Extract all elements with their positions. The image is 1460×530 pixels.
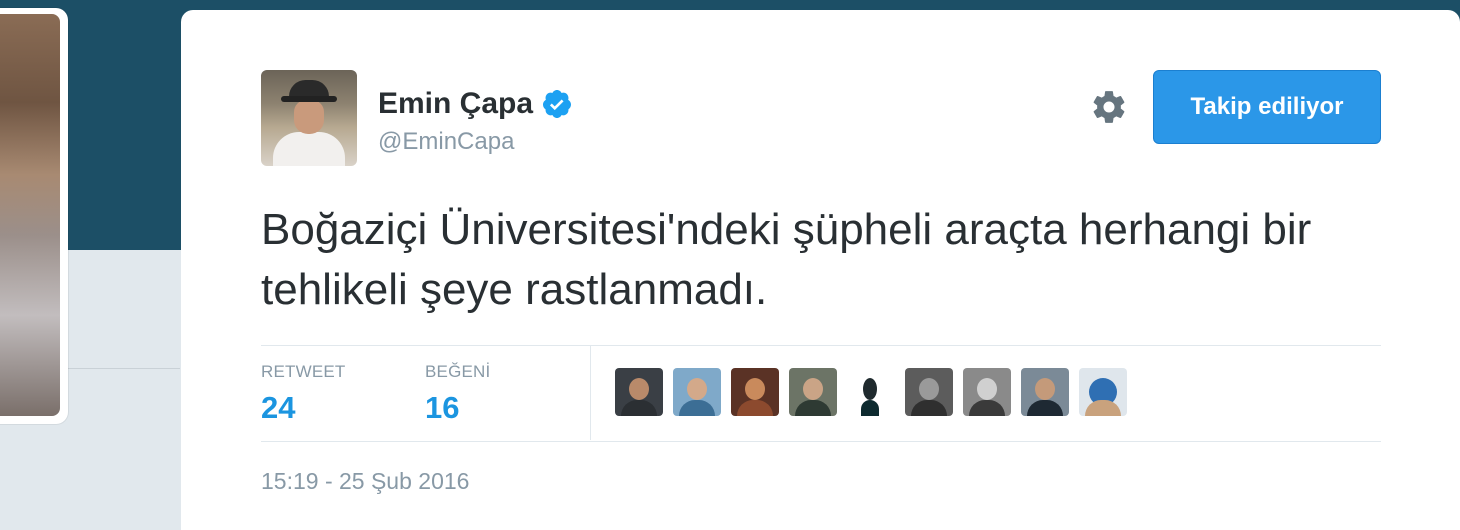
verified-badge-icon — [543, 90, 572, 118]
retweet-label: RETWEET — [261, 362, 346, 381]
liker-avatar[interactable] — [673, 368, 721, 416]
background-profile-photo — [0, 14, 60, 416]
like-count[interactable]: 16 — [425, 390, 490, 426]
author-name-row[interactable]: Emin Çapa — [378, 84, 573, 124]
author-avatar[interactable] — [261, 70, 357, 166]
liker-avatar[interactable] — [963, 368, 1011, 416]
liker-avatar[interactable] — [1021, 368, 1069, 416]
liker-avatar[interactable] — [1079, 368, 1127, 416]
liker-avatar[interactable] — [905, 368, 953, 416]
following-button[interactable]: Takip ediliyor — [1153, 70, 1381, 144]
retweet-stat[interactable]: RETWEET 24 — [261, 362, 346, 426]
retweet-count[interactable]: 24 — [261, 390, 346, 426]
liker-avatar[interactable] — [731, 368, 779, 416]
avatar-face — [294, 100, 324, 134]
liker-avatar[interactable] — [789, 368, 837, 416]
tweet-stats: RETWEET 24 BEĞENİ 16 — [261, 345, 1381, 442]
author-handle[interactable]: @EminCapa — [378, 128, 514, 156]
tweet-timestamp[interactable]: 15:19 - 25 Şub 2016 — [261, 468, 469, 495]
avatar-shirt — [273, 132, 345, 166]
like-label: BEĞENİ — [425, 362, 491, 381]
author-name[interactable]: Emin Çapa — [378, 87, 533, 121]
tweet-text: Boğaziçi Üniversitesi'ndeki şüpheli araç… — [261, 205, 1312, 314]
stats-divider — [590, 346, 591, 440]
tweet-card: Emin Çapa @EminCapa Takip ediliyor Boğaz… — [181, 10, 1460, 530]
liker-avatar[interactable] — [847, 368, 895, 416]
gear-icon[interactable] — [1090, 88, 1128, 126]
liker-avatar[interactable] — [615, 368, 663, 416]
avatar-hat-brim — [281, 96, 337, 102]
liker-avatars — [615, 368, 1137, 416]
like-stat[interactable]: BEĞENİ 16 — [425, 362, 490, 426]
